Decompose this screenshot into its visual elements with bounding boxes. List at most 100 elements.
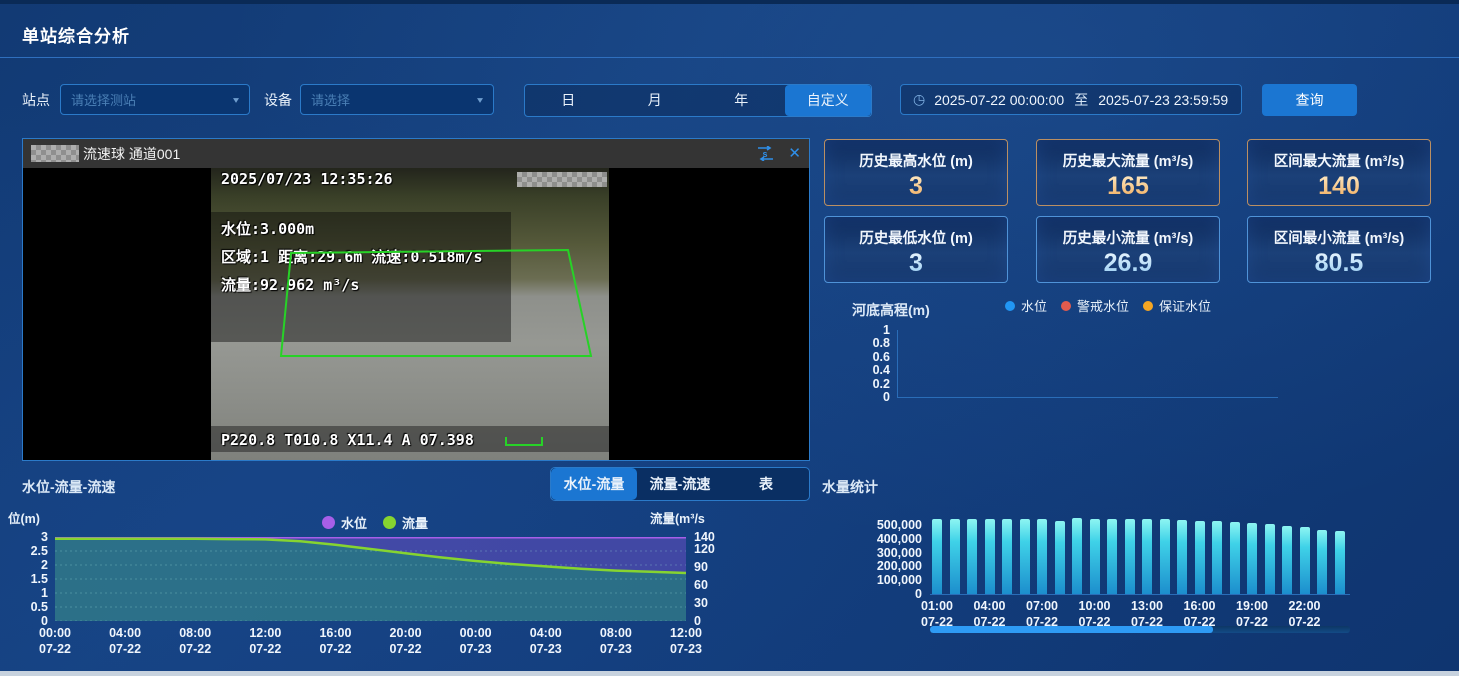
level-flow-x-label: 12:0007-22 <box>235 626 295 657</box>
svg-text:s: s <box>763 149 768 159</box>
volume-plot[interactable] <box>930 516 1350 594</box>
page-title: 单站综合分析 <box>22 22 130 47</box>
level-flow-x-label: 12:0007-23 <box>656 626 716 657</box>
volume-bar[interactable] <box>1230 522 1240 594</box>
date-range-segment: 日 月 年 自定义 <box>524 84 872 117</box>
tab-flow-velocity[interactable]: 流量-流速 <box>637 468 723 500</box>
header-divider <box>0 57 1459 58</box>
volume-chart-title: 水量统计 <box>822 477 878 497</box>
volume-bar[interactable] <box>1265 524 1275 594</box>
volume-x-label: 13:0007-22 <box>1117 599 1177 630</box>
legend-label[interactable]: 保证水位 <box>1159 296 1211 315</box>
video-panel: 流速球 通道001 s ✕ 2025/07/23 12:35:26 水位:3.0… <box>22 138 810 461</box>
top-strip <box>0 0 1459 4</box>
chart-mode-tabs: 水位-流量 流量-流速 表 <box>550 467 810 501</box>
level-flow-x-label: 08:0007-22 <box>165 626 225 657</box>
level-flow-x-label: 04:0007-23 <box>516 626 576 657</box>
left-axis-title: 位(m) <box>8 508 40 527</box>
video-frame[interactable]: 2025/07/23 12:35:26 水位:3.000m 区域:1 距离:29… <box>23 168 809 460</box>
volume-bar[interactable] <box>1072 518 1082 594</box>
range-tab-year[interactable]: 年 <box>698 85 785 116</box>
volume-bar[interactable] <box>1142 519 1152 594</box>
device-placeholder: 请选择 <box>311 90 477 109</box>
legend-dot-warning <box>1061 301 1071 311</box>
volume-bar[interactable] <box>985 519 995 594</box>
date-separator: 至 <box>1074 90 1088 110</box>
level-flow-x-label: 00:0007-23 <box>446 626 506 657</box>
legend-label[interactable]: 水位 <box>341 513 367 532</box>
volume-bar[interactable] <box>1300 527 1310 594</box>
stat-value: 3 <box>825 173 1007 201</box>
volume-bar[interactable] <box>1335 531 1345 594</box>
level-flow-plot[interactable] <box>55 537 686 621</box>
stream-mode-icon[interactable]: s <box>757 146 774 161</box>
device-select[interactable]: 请选择 ▾ <box>300 84 494 115</box>
measure-region-overlay <box>211 168 609 460</box>
video-picture: 2025/07/23 12:35:26 水位:3.000m 区域:1 距离:29… <box>211 168 609 460</box>
riverbed-x-axis <box>897 397 1278 398</box>
chevron-down-icon: ▾ <box>477 94 483 105</box>
date-range-input[interactable]: ◷ 2025-07-22 00:00:00 至 2025-07-23 23:59… <box>900 84 1242 115</box>
level-flow-legend: 水位 流量 <box>322 513 428 532</box>
volume-bar[interactable] <box>1002 519 1012 594</box>
volume-bar[interactable] <box>1282 526 1292 594</box>
stat-label: 历史最小流量 (m³/s) <box>1037 227 1219 248</box>
volume-bar[interactable] <box>1195 521 1205 594</box>
legend-dot-flow <box>383 516 396 529</box>
page-scrollbar[interactable] <box>0 671 1459 676</box>
volume-x-label: 10:0007-22 <box>1065 599 1125 630</box>
volume-bar[interactable] <box>1037 519 1047 594</box>
stat-label: 历史最低水位 (m) <box>825 227 1007 248</box>
chevron-down-icon: ▾ <box>233 94 239 105</box>
stat-card-max-level: 历史最高水位 (m) 3 <box>824 139 1008 206</box>
station-label: 站点 <box>22 84 50 117</box>
range-tab-custom[interactable]: 自定义 <box>785 85 872 116</box>
range-tab-month[interactable]: 月 <box>612 85 699 116</box>
volume-x-label: 04:0007-22 <box>960 599 1020 630</box>
volume-bar[interactable] <box>1125 519 1135 594</box>
legend-label[interactable]: 水位 <box>1021 296 1047 315</box>
blurred-station-name <box>31 145 79 162</box>
volume-bar[interactable] <box>1107 519 1117 594</box>
volume-bar[interactable] <box>1247 523 1257 594</box>
legend-label[interactable]: 流量 <box>402 513 428 532</box>
stat-card-range-min-flow: 区间最小流量 (m³/s) 80.5 <box>1247 216 1431 283</box>
volume-bar[interactable] <box>1177 520 1187 594</box>
tab-table[interactable]: 表 <box>723 468 809 500</box>
volume-bar[interactable] <box>932 519 942 594</box>
volume-x-axis <box>930 594 1350 595</box>
tab-level-flow[interactable]: 水位-流量 <box>551 468 637 500</box>
station-select[interactable]: 请选择测站 ▾ <box>60 84 250 115</box>
stat-value: 3 <box>825 250 1007 278</box>
legend-label[interactable]: 警戒水位 <box>1077 296 1129 315</box>
scale-bracket <box>505 437 543 446</box>
volume-x-label: 16:0007-22 <box>1170 599 1230 630</box>
volume-bar[interactable] <box>1160 519 1170 594</box>
legend-dot-level <box>1005 301 1015 311</box>
stat-card-min-flow: 历史最小流量 (m³/s) 26.9 <box>1036 216 1220 283</box>
riverbed-legend: 水位 警戒水位 保证水位 <box>1005 296 1211 315</box>
station-placeholder: 请选择测站 <box>71 90 233 109</box>
stat-card-range-max-flow: 区间最大流量 (m³/s) 140 <box>1247 139 1431 206</box>
right-axis-title: 流量(m³/s <box>650 508 705 527</box>
query-button[interactable]: 查询 <box>1262 84 1357 116</box>
device-label: 设备 <box>264 84 292 117</box>
stat-value: 140 <box>1248 173 1430 201</box>
stat-card-min-level: 历史最低水位 (m) 3 <box>824 216 1008 283</box>
range-tab-day[interactable]: 日 <box>525 85 612 116</box>
volume-bar[interactable] <box>1020 519 1030 594</box>
riverbed-y-axis <box>897 330 898 397</box>
level-flow-x-label: 20:0007-22 <box>376 626 436 657</box>
close-icon[interactable]: ✕ <box>788 146 801 161</box>
volume-bar[interactable] <box>1317 530 1327 594</box>
flow-axis-tick: 90 <box>694 560 708 574</box>
volume-bar[interactable] <box>967 519 977 594</box>
volume-bar[interactable] <box>1055 521 1065 594</box>
volume-x-label: 01:0007-22 <box>907 599 967 630</box>
stat-value: 26.9 <box>1037 250 1219 278</box>
volume-bar[interactable] <box>950 519 960 594</box>
volume-bar[interactable] <box>1212 521 1222 594</box>
dashboard: 单站综合分析 站点 请选择测站 ▾ 设备 请选择 ▾ 日 月 年 自定义 ◷ 2… <box>0 0 1459 676</box>
volume-bar[interactable] <box>1090 519 1100 594</box>
stat-label: 历史最大流量 (m³/s) <box>1037 150 1219 171</box>
